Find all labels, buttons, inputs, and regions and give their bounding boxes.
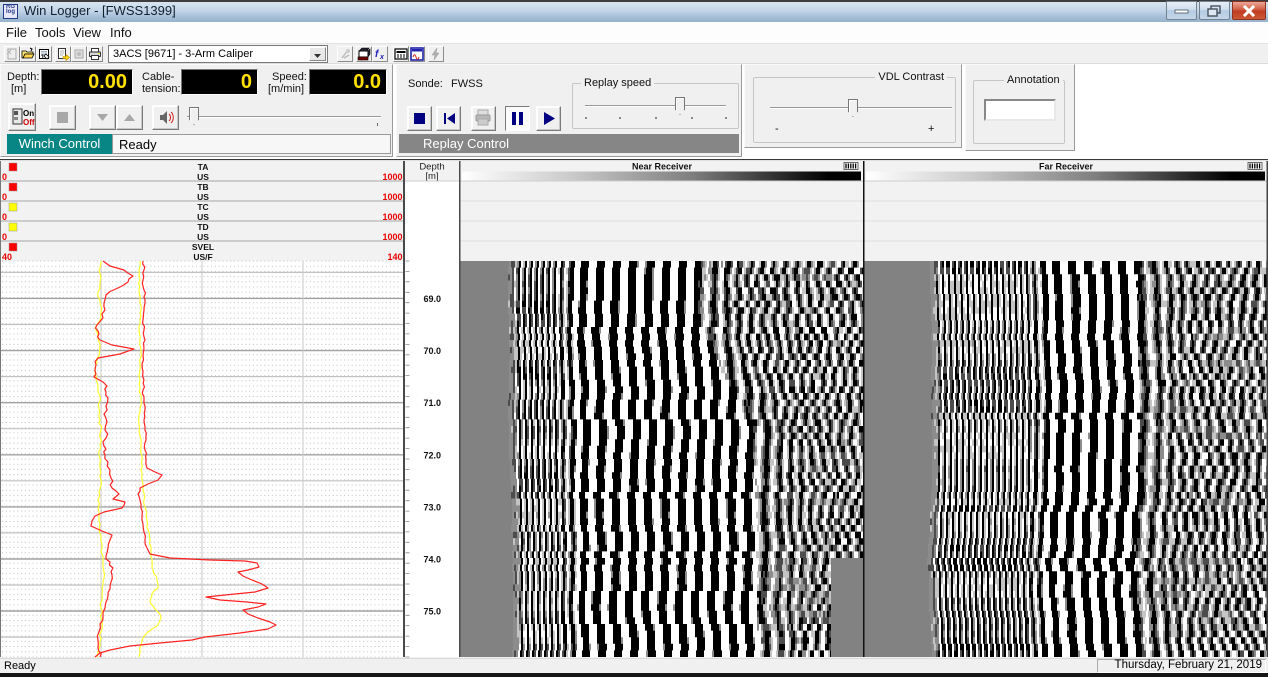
- svg-text:73.0: 73.0: [423, 502, 441, 512]
- svg-text:SVEL: SVEL: [192, 242, 214, 252]
- svg-text:71.0: 71.0: [423, 398, 441, 408]
- svg-text:74.0: 74.0: [423, 555, 441, 565]
- svg-text:Off: Off: [23, 118, 35, 127]
- svg-text:On: On: [23, 109, 34, 118]
- svg-text:x: x: [379, 54, 385, 61]
- svg-text:70.0: 70.0: [423, 346, 441, 356]
- svg-text:TB: TB: [197, 182, 208, 192]
- svg-text:TC: TC: [197, 202, 208, 212]
- svg-text:Near Receiver: Near Receiver: [632, 162, 693, 172]
- svg-text:[m]: [m]: [425, 171, 438, 182]
- svg-text:75.0: 75.0: [423, 607, 441, 617]
- svg-text:TA: TA: [198, 162, 209, 172]
- svg-text:Far Receiver: Far Receiver: [1039, 162, 1094, 172]
- svg-text:TD: TD: [197, 222, 208, 232]
- svg-text:69.0: 69.0: [423, 294, 441, 304]
- svg-text:72.0: 72.0: [423, 450, 441, 460]
